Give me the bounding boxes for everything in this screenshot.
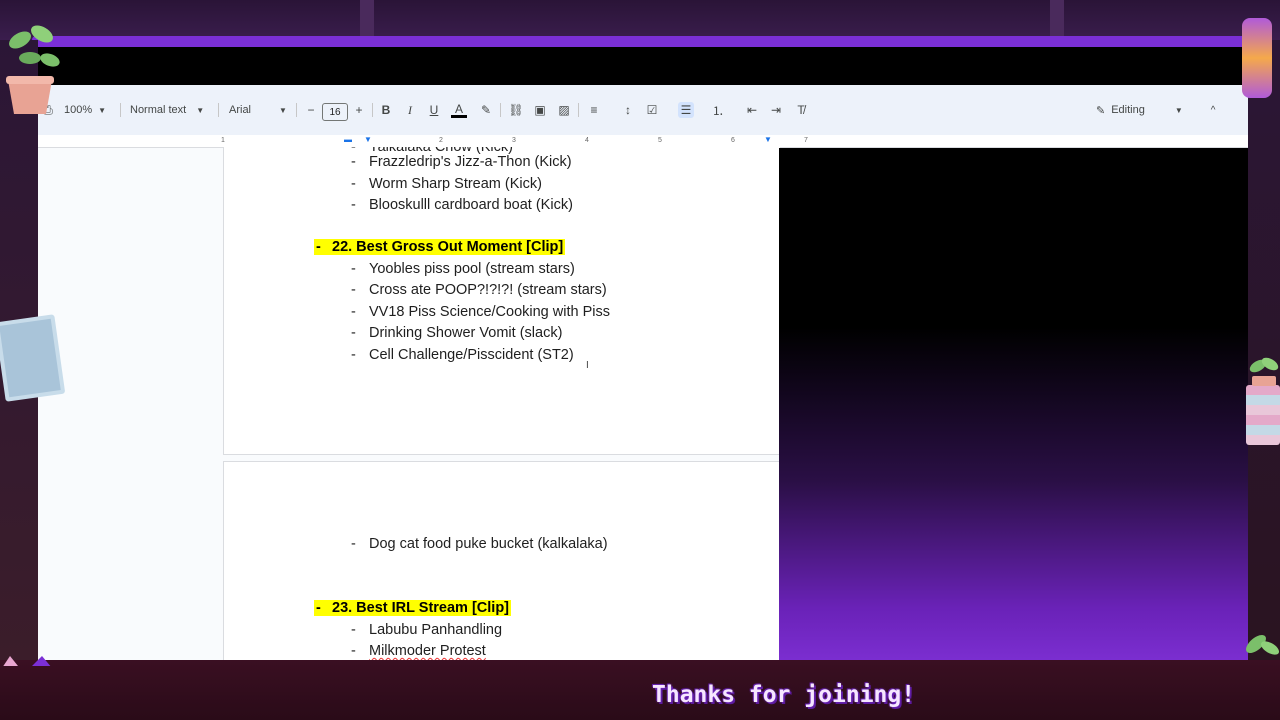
editing-mode-select[interactable]: ✎ Editing ▼ ^ xyxy=(1096,99,1215,121)
document-page[interactable]: - Dog cat food puke bucket (kalkalaka) -2… xyxy=(223,461,781,660)
toolbar-divider xyxy=(296,103,297,117)
browser-bar xyxy=(38,47,1248,85)
font-select[interactable]: Arial ▼ xyxy=(229,99,287,121)
ruler-tick: 4 xyxy=(585,137,589,144)
bold-icon[interactable]: B xyxy=(378,102,394,118)
toolbar-divider xyxy=(578,103,579,117)
decrease-font-size-icon[interactable]: − xyxy=(303,102,319,118)
overlay-beam xyxy=(1050,0,1064,40)
decrease-indent-icon[interactable]: ⇤ xyxy=(744,102,760,118)
highlight-icon[interactable]: ✎ xyxy=(478,102,494,118)
collapse-chevron-icon[interactable]: ^ xyxy=(1211,105,1216,116)
toolbar-divider xyxy=(120,103,121,117)
checklist-icon[interactable]: ☑ xyxy=(644,102,660,118)
list-item[interactable]: - Frazzledrip's Jizz-a-Thon (Kick) xyxy=(351,154,572,170)
list-item[interactable]: - VV18 Piss Science/Cooking with Piss xyxy=(351,304,610,320)
ruler-tick: 5 xyxy=(658,137,662,144)
stream-caption: Thanks for joining! xyxy=(652,682,916,708)
books-icon xyxy=(1246,385,1280,445)
align-icon[interactable]: ≡ xyxy=(586,102,602,118)
link-icon[interactable]: ⛓ xyxy=(508,102,524,118)
left-indent-marker-icon[interactable]: ▼ xyxy=(364,135,372,144)
list-item[interactable]: - Labubu Panhandling xyxy=(351,622,502,638)
pencil-icon: ✎ xyxy=(1096,104,1106,117)
horizontal-ruler[interactable]: ▬ ▼ 1 2 3 4 5 6 7 ▼ xyxy=(221,135,841,147)
caret-down-icon: ▼ xyxy=(1174,105,1183,115)
text-color-icon[interactable]: A xyxy=(451,102,467,118)
bulleted-list-icon[interactable]: ☰ xyxy=(678,102,694,118)
category-heading-22[interactable]: -22. Best Gross Out Moment [Clip] xyxy=(314,239,566,255)
increase-indent-icon[interactable]: ⇥ xyxy=(768,102,784,118)
toolbar-divider xyxy=(218,103,219,117)
overlay-right xyxy=(1248,40,1280,660)
list-item[interactable]: - Cell Challenge/Pisscident (ST2) xyxy=(351,347,574,363)
font-size-input[interactable]: 16 xyxy=(322,103,348,121)
comment-icon[interactable]: ▣ xyxy=(532,102,548,118)
toolbar-divider xyxy=(500,103,501,117)
list-item[interactable]: - Drinking Shower Vomit (slack) xyxy=(351,325,562,341)
line-spacing-icon[interactable]: ↕ xyxy=(620,102,636,118)
docs-toolbar: ⎙ 100% ▼ Normal text ▼ Arial ▼ − + B I U A … xyxy=(38,85,1248,135)
list-item[interactable]: - Blooskulll cardboard boat (Kick) xyxy=(351,197,573,213)
clear-formatting-icon[interactable]: T̸ xyxy=(793,102,809,118)
potted-plant-icon xyxy=(6,25,60,114)
zoom-value: 100% xyxy=(64,104,93,116)
list-item[interactable]: - Cross ate POOP?!?!?! (stream stars) xyxy=(351,282,607,298)
category-heading-23[interactable]: -23. Best IRL Stream [Clip] xyxy=(314,600,512,616)
overlay-beam xyxy=(360,0,374,40)
right-indent-marker-icon[interactable]: ▼ xyxy=(764,135,772,144)
ruler-tick: 6 xyxy=(731,137,735,144)
style-select[interactable]: Normal text ▼ xyxy=(130,99,204,121)
overlay-bottom-bar xyxy=(0,660,1280,720)
caret-down-icon: ▼ xyxy=(279,105,287,115)
cat-ears-icon xyxy=(3,656,51,666)
font-value: Arial xyxy=(229,104,252,116)
list-item[interactable]: - Dog cat food puke bucket (kalkalaka) xyxy=(351,536,608,552)
image-icon[interactable]: ▨ xyxy=(556,102,572,118)
ruler-tick: 1 xyxy=(221,137,225,144)
document-page[interactable]: - Yalkalaka Chow (Kick) - Frazzledrip's Ji… xyxy=(223,147,781,455)
ruler-tick: 7 xyxy=(804,137,808,144)
right-dark-panel xyxy=(779,148,1248,660)
toolbar-divider xyxy=(372,103,373,117)
italic-icon[interactable]: I xyxy=(402,102,418,118)
lantern-icon xyxy=(1242,18,1272,98)
text-cursor-icon: I xyxy=(586,360,589,371)
small-plant-icon xyxy=(1249,357,1279,386)
overlay-top-bar xyxy=(0,0,1280,40)
caret-down-icon: ▼ xyxy=(196,105,205,115)
ruler-tick: 3 xyxy=(512,137,516,144)
ruler-tick: 2 xyxy=(439,137,443,144)
underline-icon[interactable]: U xyxy=(426,102,442,118)
document-canvas[interactable]: - Yalkalaka Chow (Kick) - Frazzledrip's Ji… xyxy=(38,147,781,660)
list-item[interactable]: - Milkmoder Protest xyxy=(351,643,486,659)
shared-screen: ⎙ 100% ▼ Normal text ▼ Arial ▼ − + B I U A … xyxy=(38,47,1248,660)
increase-font-size-icon[interactable]: + xyxy=(351,102,367,118)
numbered-list-icon[interactable]: ⒈ xyxy=(710,102,726,118)
caret-down-icon: ▼ xyxy=(98,105,107,115)
editing-mode-label: Editing xyxy=(1111,104,1145,116)
list-item[interactable]: - Worm Sharp Stream (Kick) xyxy=(351,176,542,192)
style-value: Normal text xyxy=(130,104,187,116)
indent-marker-icon[interactable]: ▬ xyxy=(344,135,352,144)
picture-frame-icon xyxy=(0,314,66,402)
list-item[interactable]: - Yoobles piss pool (stream stars) xyxy=(351,261,575,277)
zoom-select[interactable]: 100% ▼ xyxy=(64,99,106,121)
